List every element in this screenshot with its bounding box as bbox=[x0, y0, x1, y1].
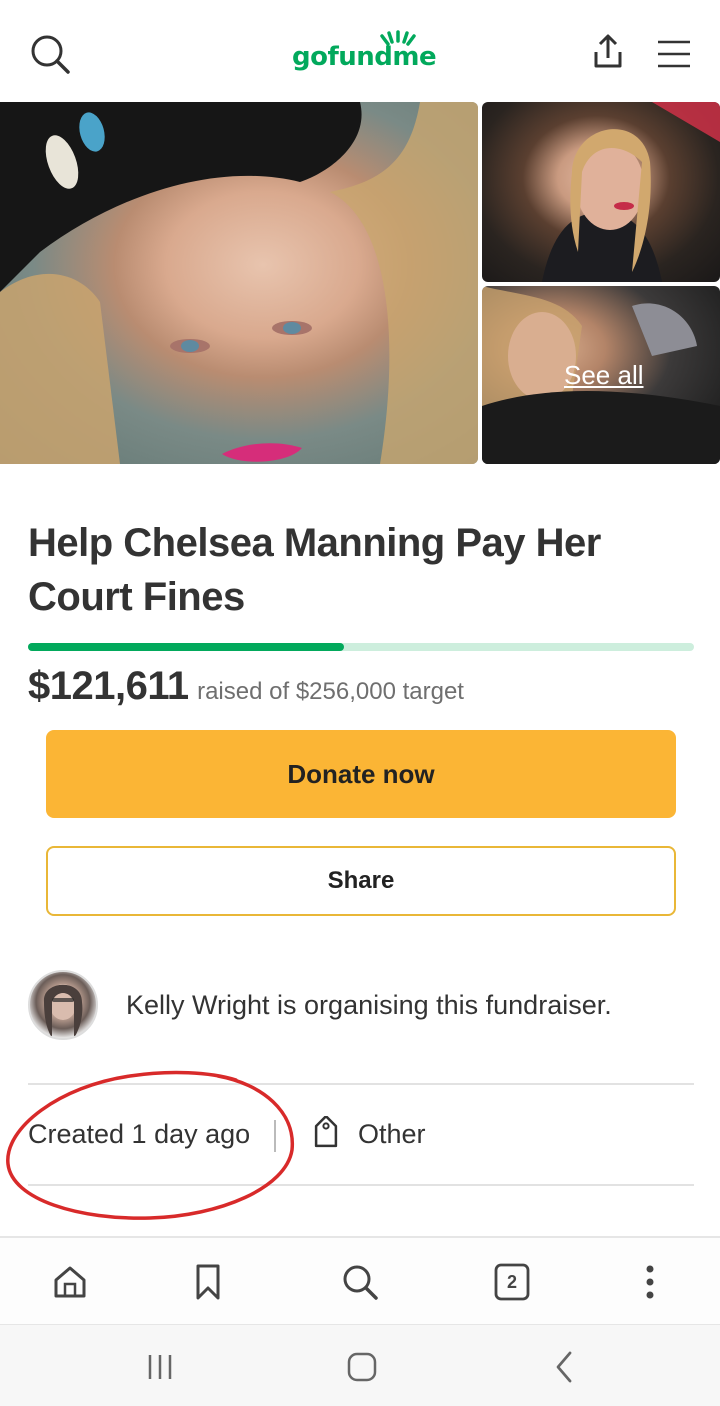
divider-bottom bbox=[28, 1184, 694, 1186]
search-icon[interactable] bbox=[338, 1260, 382, 1304]
amount-raised: $121,611 bbox=[28, 664, 189, 708]
gofundme-logo[interactable]: gofundme bbox=[280, 28, 440, 78]
search-icon[interactable] bbox=[26, 30, 74, 78]
divider-top bbox=[28, 1083, 694, 1085]
browser-toolbar: 2 bbox=[0, 1236, 720, 1324]
campaign-title: Help Chelsea Manning Pay Her Court Fines bbox=[28, 521, 601, 619]
logo-text: gofundme bbox=[292, 42, 437, 72]
share-button[interactable]: Share bbox=[46, 846, 676, 916]
home-icon[interactable] bbox=[48, 1260, 92, 1304]
share-upload-icon[interactable] bbox=[586, 30, 630, 74]
amount-raised-row: $121,611 raised of $256,000 target bbox=[28, 664, 464, 714]
gallery-photo-3[interactable]: See all bbox=[482, 286, 720, 464]
see-all-link[interactable]: See all bbox=[564, 360, 644, 391]
bookmark-icon[interactable] bbox=[186, 1260, 230, 1304]
donate-now-button[interactable]: Donate now bbox=[46, 730, 676, 818]
hamburger-menu-icon[interactable] bbox=[652, 34, 696, 74]
system-navigation-bar bbox=[0, 1324, 720, 1406]
main-campaign-photo[interactable] bbox=[0, 102, 478, 464]
created-date: Created 1 day ago bbox=[28, 1119, 251, 1149]
more-options-icon[interactable] bbox=[628, 1260, 672, 1304]
meta-separator bbox=[274, 1120, 276, 1152]
category-link[interactable]: Other bbox=[358, 1119, 426, 1150]
tag-icon bbox=[306, 1114, 346, 1156]
home-button-icon[interactable] bbox=[340, 1345, 384, 1389]
photo-gallery: See all bbox=[0, 102, 720, 464]
tabs-icon[interactable]: 2 bbox=[490, 1260, 534, 1304]
raised-of-target: raised of $256,000 target bbox=[197, 678, 464, 705]
back-icon[interactable] bbox=[542, 1345, 586, 1389]
organiser-text: Kelly Wright is organising this fundrais… bbox=[126, 990, 612, 1020]
recent-apps-icon[interactable] bbox=[138, 1345, 182, 1389]
progress-bar bbox=[28, 643, 694, 651]
organiser-avatar[interactable] bbox=[28, 970, 98, 1040]
app-header: gofundme bbox=[0, 0, 720, 100]
tab-count: 2 bbox=[506, 1271, 517, 1292]
progress-bar-fill bbox=[28, 643, 345, 651]
gallery-photo-2[interactable] bbox=[482, 102, 720, 282]
